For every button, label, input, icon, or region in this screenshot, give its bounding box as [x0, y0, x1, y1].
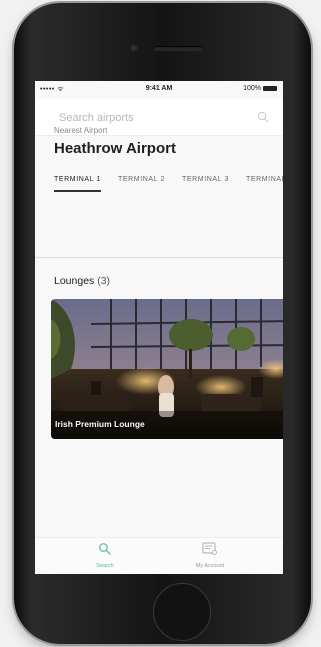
app-screen: ••••• ᯤ 9:41 AM 100% Nearest Airport Hea…: [35, 81, 283, 574]
search-icon[interactable]: [257, 110, 269, 123]
lounge-photo: [51, 299, 283, 439]
status-bar: ••••• ᯤ 9:41 AM 100%: [35, 81, 283, 97]
account-icon: [202, 542, 217, 555]
tabbar-my-account-label: My Account: [195, 563, 225, 569]
earpiece-speaker: [153, 46, 203, 51]
lounges-count: (3): [97, 275, 111, 287]
tab-terminal-2[interactable]: TERMINAL 2: [118, 176, 165, 192]
phone-frame: ••••• ᯤ 9:41 AM 100% Nearest Airport Hea…: [14, 3, 311, 644]
tab-terminal-1[interactable]: TERMINAL 1: [54, 176, 101, 192]
search-input[interactable]: [57, 109, 251, 127]
tab-terminal-4[interactable]: TERMINAL 4: [246, 176, 283, 192]
battery-icon: [263, 86, 277, 91]
tabbar-search[interactable]: Search: [75, 542, 135, 569]
terminal-tabs: TERMINAL 1 TERMINAL 2 TERMINAL 3 TERMINA…: [54, 176, 283, 192]
tabbar-search-label: Search: [96, 563, 114, 569]
battery-indicator: 100%: [243, 85, 277, 92]
tab-terminal-3[interactable]: TERMINAL 3: [182, 176, 229, 192]
lounges-title: Lounges: [54, 275, 95, 287]
search-icon: [99, 543, 111, 555]
bottom-tab-bar: Search My Account: [35, 537, 283, 574]
lounge-name: Irish Premium Lounge: [55, 419, 145, 429]
battery-percent: 100%: [243, 85, 261, 92]
nearest-airport-label: Nearest Airport: [54, 126, 108, 135]
tabs-divider: [35, 257, 283, 258]
lounges-heading: Lounges (3): [54, 275, 110, 287]
front-camera: [131, 45, 137, 51]
lounge-card[interactable]: Irish Premium Lounge: [51, 299, 283, 439]
home-button[interactable]: [153, 583, 211, 641]
tabbar-my-account[interactable]: My Account: [180, 542, 240, 569]
airport-name[interactable]: Heathrow Airport: [54, 140, 176, 157]
